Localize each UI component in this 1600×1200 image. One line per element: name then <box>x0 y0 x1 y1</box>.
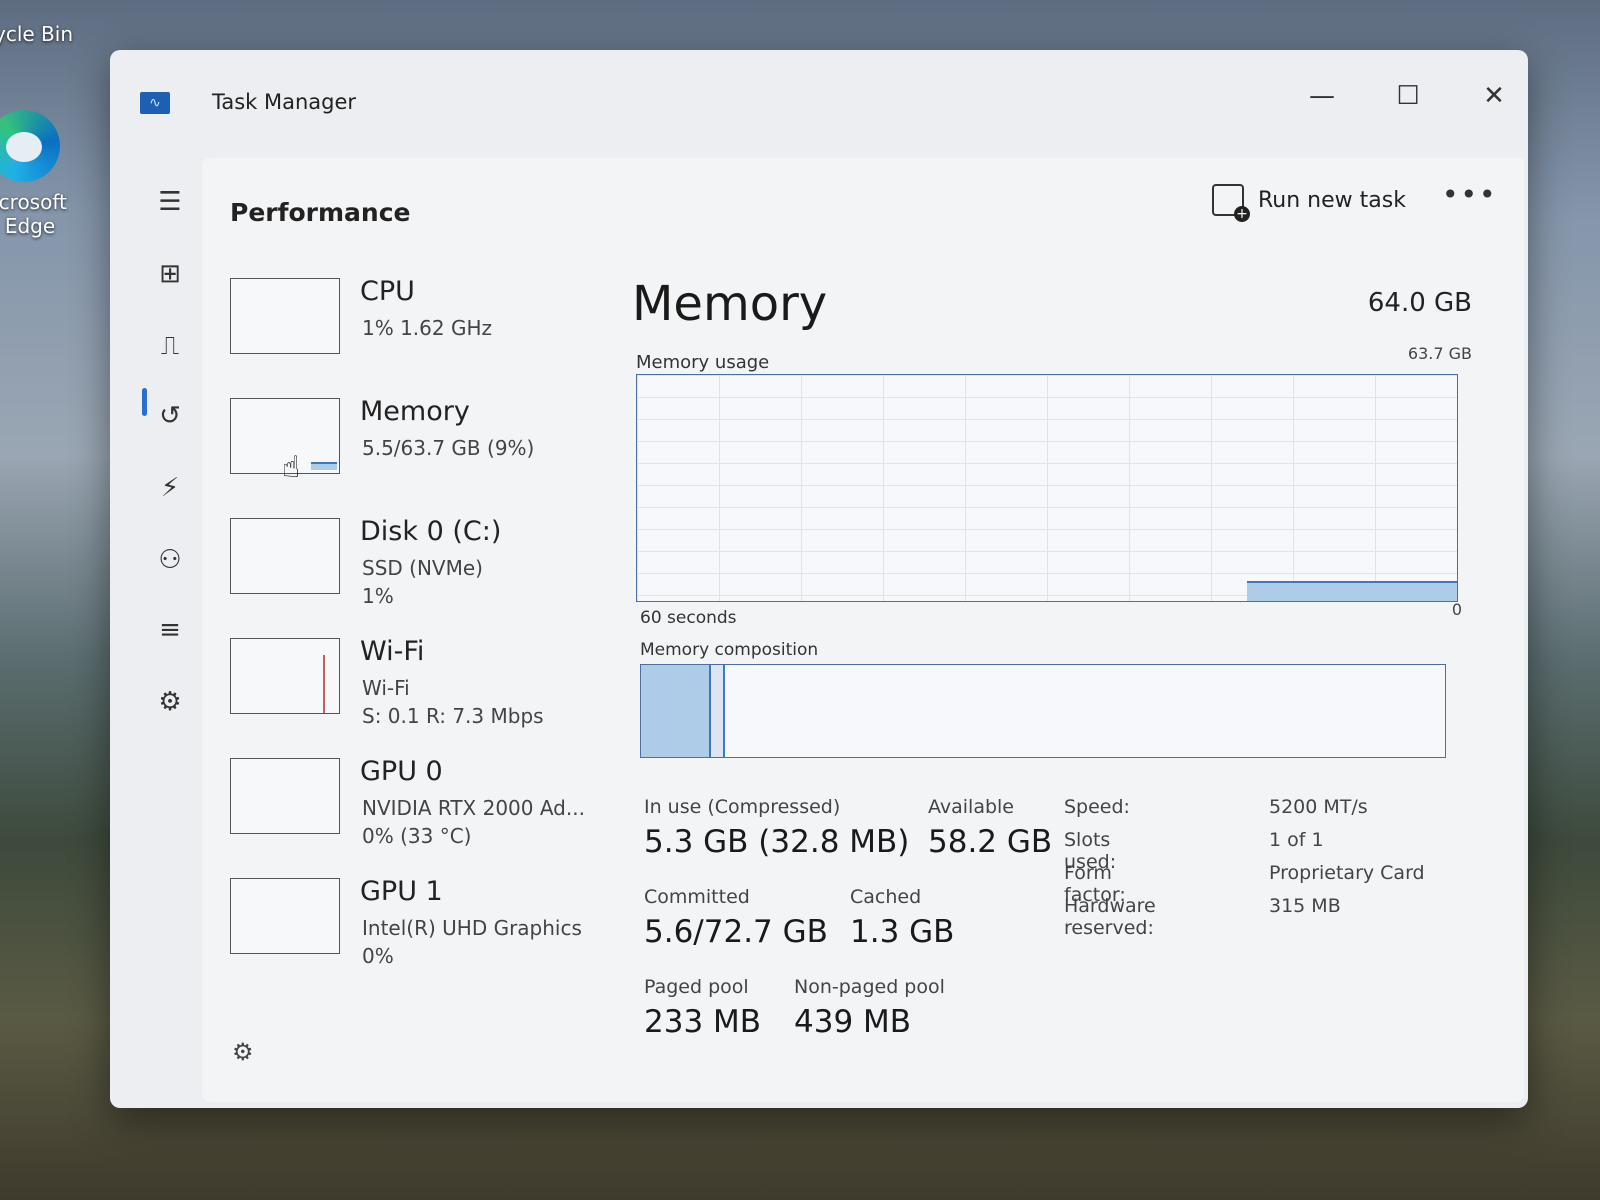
wifi-thumbnail-graph <box>230 638 340 714</box>
resource-detail: 5.5/63.7 GB (9%) <box>362 436 535 460</box>
stat-label: In use (Compressed) <box>644 796 841 818</box>
memory-total: 64.0 GB <box>1367 288 1472 318</box>
stat-value: 58.2 GB <box>928 824 1053 860</box>
spec-value: 315 MB <box>1269 895 1341 917</box>
spec-value: 5200 MT/s <box>1269 796 1368 818</box>
memory-thumbnail-fill <box>311 462 337 470</box>
spec-key: Hardware reserved: <box>1064 895 1156 939</box>
stat-committed: Committed 5.6/72.7 GB <box>644 886 828 950</box>
memory-heading: Memory <box>632 276 828 332</box>
memory-composition-label: Memory composition <box>640 640 819 660</box>
active-nav-indicator <box>142 388 147 416</box>
minimize-button[interactable]: — <box>1302 76 1342 116</box>
task-manager-app-icon: ∿ <box>140 92 170 114</box>
graph-axis-zero: 0 <box>1451 600 1462 619</box>
hamburger-menu-icon[interactable]: ☰ <box>152 184 188 220</box>
resource-detail: SSD (NVMe) <box>362 556 483 580</box>
composition-modified-segment <box>711 665 725 757</box>
spec-key: Speed: <box>1064 796 1130 818</box>
stat-label: Cached <box>850 886 922 908</box>
title-bar[interactable]: ∿ Task Manager — ☐ ✕ <box>110 50 1528 150</box>
users-icon[interactable]: ⚇ <box>152 542 188 578</box>
resource-item-disk[interactable]: Disk 0 (C:) SSD (NVMe) 1% <box>230 516 600 630</box>
edge-desktop-shortcut[interactable]: icrosoft Edge <box>0 110 90 238</box>
maximize-button[interactable]: ☐ <box>1388 76 1428 116</box>
resource-name: Memory <box>360 396 470 427</box>
memory-usage-graph <box>636 374 1458 602</box>
memory-usage-label: Memory usage <box>636 352 770 373</box>
resource-list: CPU 1% 1.62 GHz ☝ Memory 5.5/63.7 GB (9%… <box>230 276 600 998</box>
memory-usage-fill <box>1247 581 1457 601</box>
hand-cursor-icon: ☝ <box>282 450 301 485</box>
stat-value: 439 MB <box>794 1004 912 1040</box>
recycle-bin-label[interactable]: ycle Bin <box>0 22 73 46</box>
memory-usage-max: 63.7 GB <box>1407 344 1472 363</box>
wifi-thumbnail-line <box>323 655 335 713</box>
resource-detail: 1% 1.62 GHz <box>362 316 493 340</box>
edge-icon <box>0 110 60 182</box>
resource-item-memory[interactable]: ☝ Memory 5.5/63.7 GB (9%) <box>230 396 600 510</box>
close-button[interactable]: ✕ <box>1474 76 1514 116</box>
performance-panel: Performance Run new task ••• CPU 1% 1.62… <box>202 158 1524 1102</box>
run-new-task-button[interactable]: Run new task <box>1212 180 1406 222</box>
stat-label: Non-paged pool <box>794 976 945 998</box>
stat-label: Available <box>928 796 1015 818</box>
resource-detail-2: 1% <box>362 584 394 608</box>
task-manager-window: ∿ Task Manager — ☐ ✕ ☰ ⊞ ⎍ ↺ ⚡ ⚇ ≡ ⚙ Per… <box>110 50 1528 1108</box>
stat-value: 5.6/72.7 GB <box>644 914 828 950</box>
gpu0-thumbnail-graph <box>230 758 340 834</box>
resource-detail: Wi-Fi <box>362 676 410 700</box>
resource-name: GPU 0 <box>360 756 443 787</box>
processes-icon[interactable]: ⊞ <box>152 256 188 292</box>
resource-detail-2: S: 0.1 R: 7.3 Mbps <box>362 704 544 728</box>
performance-icon[interactable]: ⎍ <box>152 328 188 364</box>
spec-value: Proprietary Card <box>1269 862 1425 884</box>
window-title: Task Manager <box>212 90 357 114</box>
resource-name: Disk 0 (C:) <box>360 516 502 547</box>
edge-label-line1: icrosoft <box>0 190 67 214</box>
graph-time-axis-label: 60 seconds <box>640 608 737 628</box>
gpu1-thumbnail-graph <box>230 878 340 954</box>
startup-apps-icon[interactable]: ⚡ <box>152 470 188 506</box>
resource-name: Wi-Fi <box>360 636 425 667</box>
stat-available: Available 58.2 GB <box>928 796 1052 860</box>
stat-label: Paged pool <box>644 976 749 998</box>
memory-composition-bar <box>640 664 1446 758</box>
resource-item-cpu[interactable]: CPU 1% 1.62 GHz <box>230 276 600 390</box>
disk-thumbnail-graph <box>230 518 340 594</box>
resource-detail-2: 0% <box>362 944 394 968</box>
settings-icon[interactable]: ⚙ <box>232 1038 254 1066</box>
resource-name: CPU <box>360 276 415 307</box>
edge-label-line2: Edge <box>4 214 56 238</box>
stat-value: 5.3 GB (32.8 MB) <box>644 824 910 860</box>
details-icon[interactable]: ≡ <box>152 612 188 648</box>
stat-label: Committed <box>644 886 750 908</box>
page-title: Performance <box>230 198 411 227</box>
stat-cached: Cached 1.3 GB <box>850 886 954 950</box>
resource-detail-2: 0% (33 °C) <box>362 824 472 848</box>
resource-detail: NVIDIA RTX 2000 Ad... <box>362 796 585 820</box>
navigation-rail: ☰ ⊞ ⎍ ↺ ⚡ ⚇ ≡ ⚙ <box>130 158 200 1098</box>
services-icon[interactable]: ⚙ <box>152 684 188 720</box>
composition-in-use-segment <box>641 665 711 757</box>
stat-paged-pool: Paged pool 233 MB <box>644 976 761 1040</box>
resource-item-gpu0[interactable]: GPU 0 NVIDIA RTX 2000 Ad... 0% (33 °C) <box>230 756 600 870</box>
stat-value: 233 MB <box>644 1004 762 1040</box>
spec-value: 1 of 1 <box>1269 829 1324 851</box>
resource-item-wifi[interactable]: Wi-Fi Wi-Fi S: 0.1 R: 7.3 Mbps <box>230 636 600 750</box>
run-task-icon <box>1212 184 1250 222</box>
stat-value: 1.3 GB <box>850 914 955 950</box>
resource-item-gpu1[interactable]: GPU 1 Intel(R) UHD Graphics 0% <box>230 876 600 990</box>
resource-name: GPU 1 <box>360 876 443 907</box>
cpu-thumbnail-graph <box>230 278 340 354</box>
stat-in-use: In use (Compressed) 5.3 GB (32.8 MB) <box>644 796 909 860</box>
stat-nonpaged-pool: Non-paged pool 439 MB <box>794 976 945 1040</box>
app-history-icon[interactable]: ↺ <box>152 398 188 434</box>
run-new-task-label: Run new task <box>1258 187 1406 213</box>
more-options-icon[interactable]: ••• <box>1442 178 1498 211</box>
resource-detail: Intel(R) UHD Graphics <box>362 916 582 940</box>
